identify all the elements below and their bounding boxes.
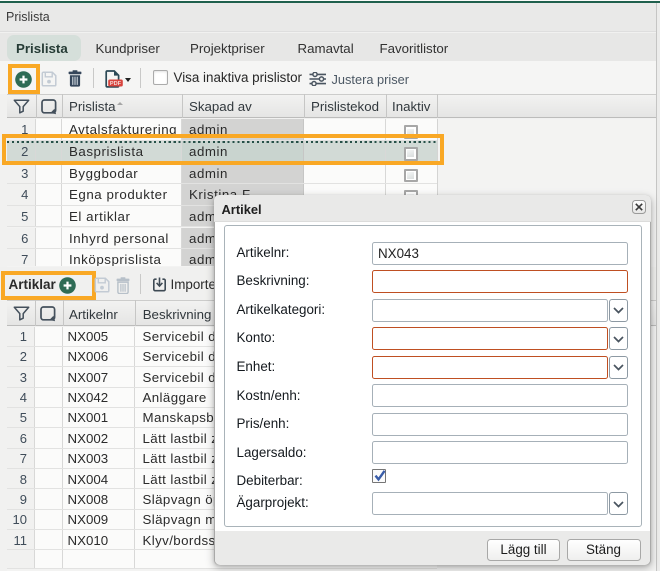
svg-text:PDF: PDF bbox=[109, 81, 121, 87]
